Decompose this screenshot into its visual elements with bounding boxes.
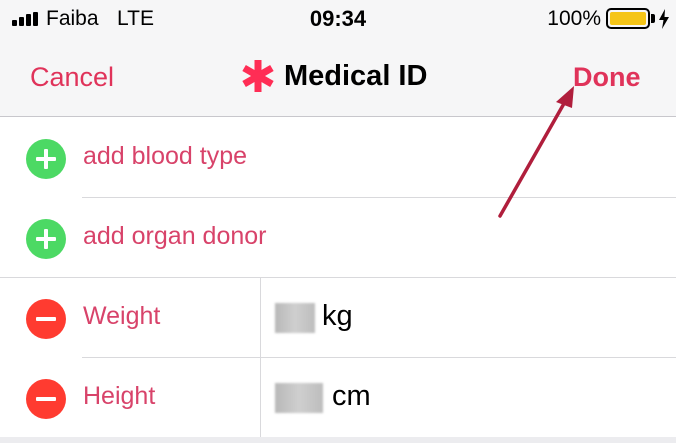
minus-circle-icon[interactable] [26, 299, 66, 339]
done-button[interactable]: Done [573, 62, 641, 93]
plus-circle-icon[interactable] [26, 219, 66, 259]
list-item-weight: Weight kg [0, 278, 676, 358]
list-item-add-organ-donor[interactable]: add organ donor [0, 198, 676, 278]
weight-value-redacted[interactable] [275, 303, 315, 333]
height-value-redacted[interactable] [275, 383, 323, 413]
nav-title: Medical ID [240, 58, 427, 94]
row-label: Height [83, 382, 156, 410]
row-label: Weight [83, 302, 161, 330]
header-area: Faiba LTE 09:34 100% Cancel Medical ID D… [0, 0, 676, 117]
row-label[interactable]: add organ donor [83, 222, 266, 251]
navigation-bar: Cancel Medical ID Done [0, 50, 676, 106]
column-divider [260, 358, 261, 438]
weight-unit: kg [322, 300, 353, 332]
minus-circle-icon[interactable] [26, 379, 66, 419]
battery-cap [651, 14, 655, 23]
charging-bolt-icon [659, 9, 669, 29]
plus-circle-icon[interactable] [26, 139, 66, 179]
battery-percentage: 100% [547, 7, 601, 30]
list-item-height: Height cm [0, 358, 676, 438]
list-item-add-blood-type[interactable]: add blood type [0, 118, 676, 198]
medical-asterisk-icon [242, 60, 274, 92]
height-unit: cm [332, 380, 371, 412]
row-label[interactable]: add blood type [83, 142, 247, 171]
column-divider [260, 278, 261, 358]
cancel-button[interactable]: Cancel [30, 62, 114, 93]
bottom-strip [0, 437, 676, 443]
battery-icon [606, 8, 650, 29]
page-title: Medical ID [284, 59, 428, 92]
status-bar: Faiba LTE 09:34 100% [0, 0, 676, 36]
